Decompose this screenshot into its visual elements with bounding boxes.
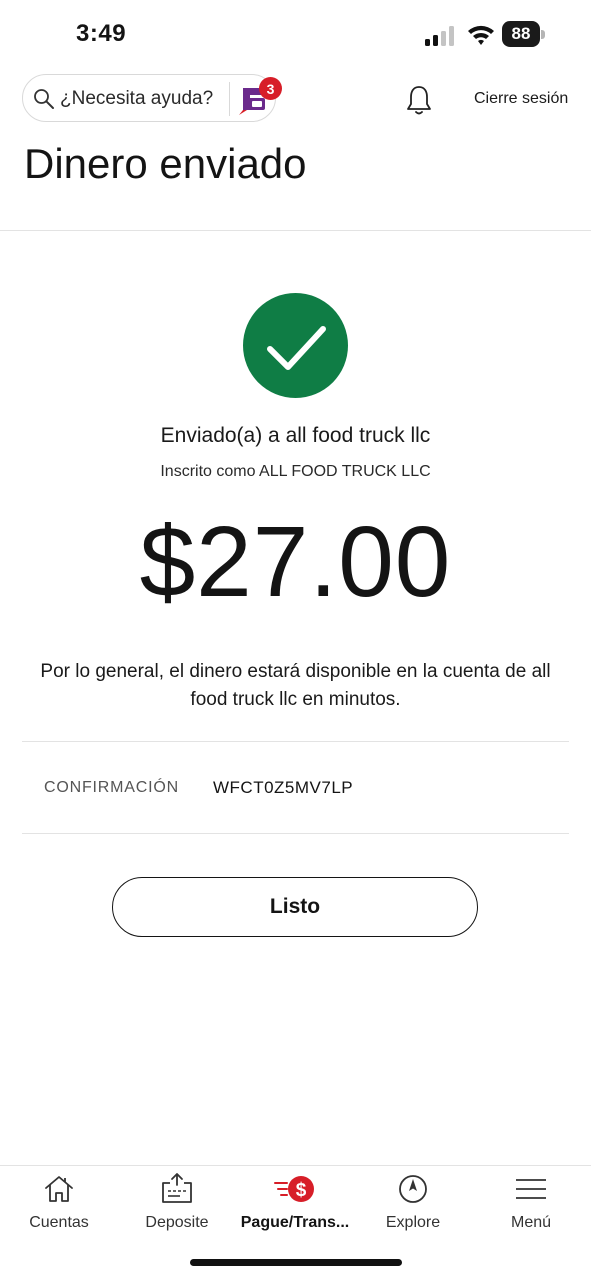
- done-button[interactable]: Listo: [112, 877, 478, 937]
- recipient-text: Enviado(a) a all food truck llc: [160, 424, 431, 447]
- cellular-signal-icon: [425, 26, 454, 46]
- search-icon: [34, 89, 54, 109]
- battery-icon: 88: [503, 22, 547, 48]
- nav-item-deposite[interactable]: Deposite: [118, 1172, 236, 1232]
- notification-badge: 3: [259, 77, 282, 100]
- availability-note: Por lo general, el dinero estará disponi…: [40, 661, 551, 710]
- help-search-label[interactable]: ¿Necesita ayuda?: [60, 88, 213, 110]
- nav-item-explore[interactable]: Explore: [354, 1172, 472, 1232]
- amount-sent: $27.00: [139, 506, 452, 618]
- pill-divider: [229, 82, 230, 116]
- battery-level: 88: [503, 22, 539, 46]
- divider: [22, 833, 569, 834]
- enrolled-as-text: Inscrito como ALL FOOD TRUCK LLC: [160, 463, 431, 480]
- nav-label: Deposite: [145, 1214, 209, 1231]
- home-icon: [45, 1176, 73, 1202]
- compass-icon: [399, 1175, 427, 1203]
- logout-link[interactable]: Cierre sesión: [474, 90, 568, 108]
- nav-item-pague-transfiera[interactable]: $ Pague/Trans...: [236, 1172, 354, 1232]
- pay-transfer-icon: $: [274, 1176, 314, 1202]
- nav-label: Cuentas: [29, 1214, 89, 1231]
- header-divider: [0, 230, 591, 231]
- home-indicator[interactable]: [190, 1259, 402, 1266]
- nav-label: Menú: [510, 1214, 552, 1231]
- nav-item-menu[interactable]: Menú: [472, 1172, 590, 1232]
- page-title: Dinero enviado: [24, 140, 307, 187]
- confirmation-label: CONFIRMACIÓN: [44, 779, 179, 796]
- divider: [22, 741, 569, 742]
- wifi-icon: [468, 25, 494, 45]
- nav-label: Explore: [385, 1214, 441, 1231]
- status-time: 3:49: [76, 20, 127, 47]
- nav-label: Pague/Trans...: [240, 1214, 350, 1231]
- deposit-icon: [162, 1173, 192, 1203]
- bell-icon[interactable]: [404, 84, 434, 116]
- confirmation-code: WFCT0Z5MV7LP: [213, 778, 354, 797]
- checkmark-icon: [243, 293, 348, 398]
- menu-icon: [516, 1179, 546, 1199]
- nav-item-cuentas[interactable]: Cuentas: [0, 1172, 118, 1232]
- svg-text:$: $: [296, 1180, 307, 1201]
